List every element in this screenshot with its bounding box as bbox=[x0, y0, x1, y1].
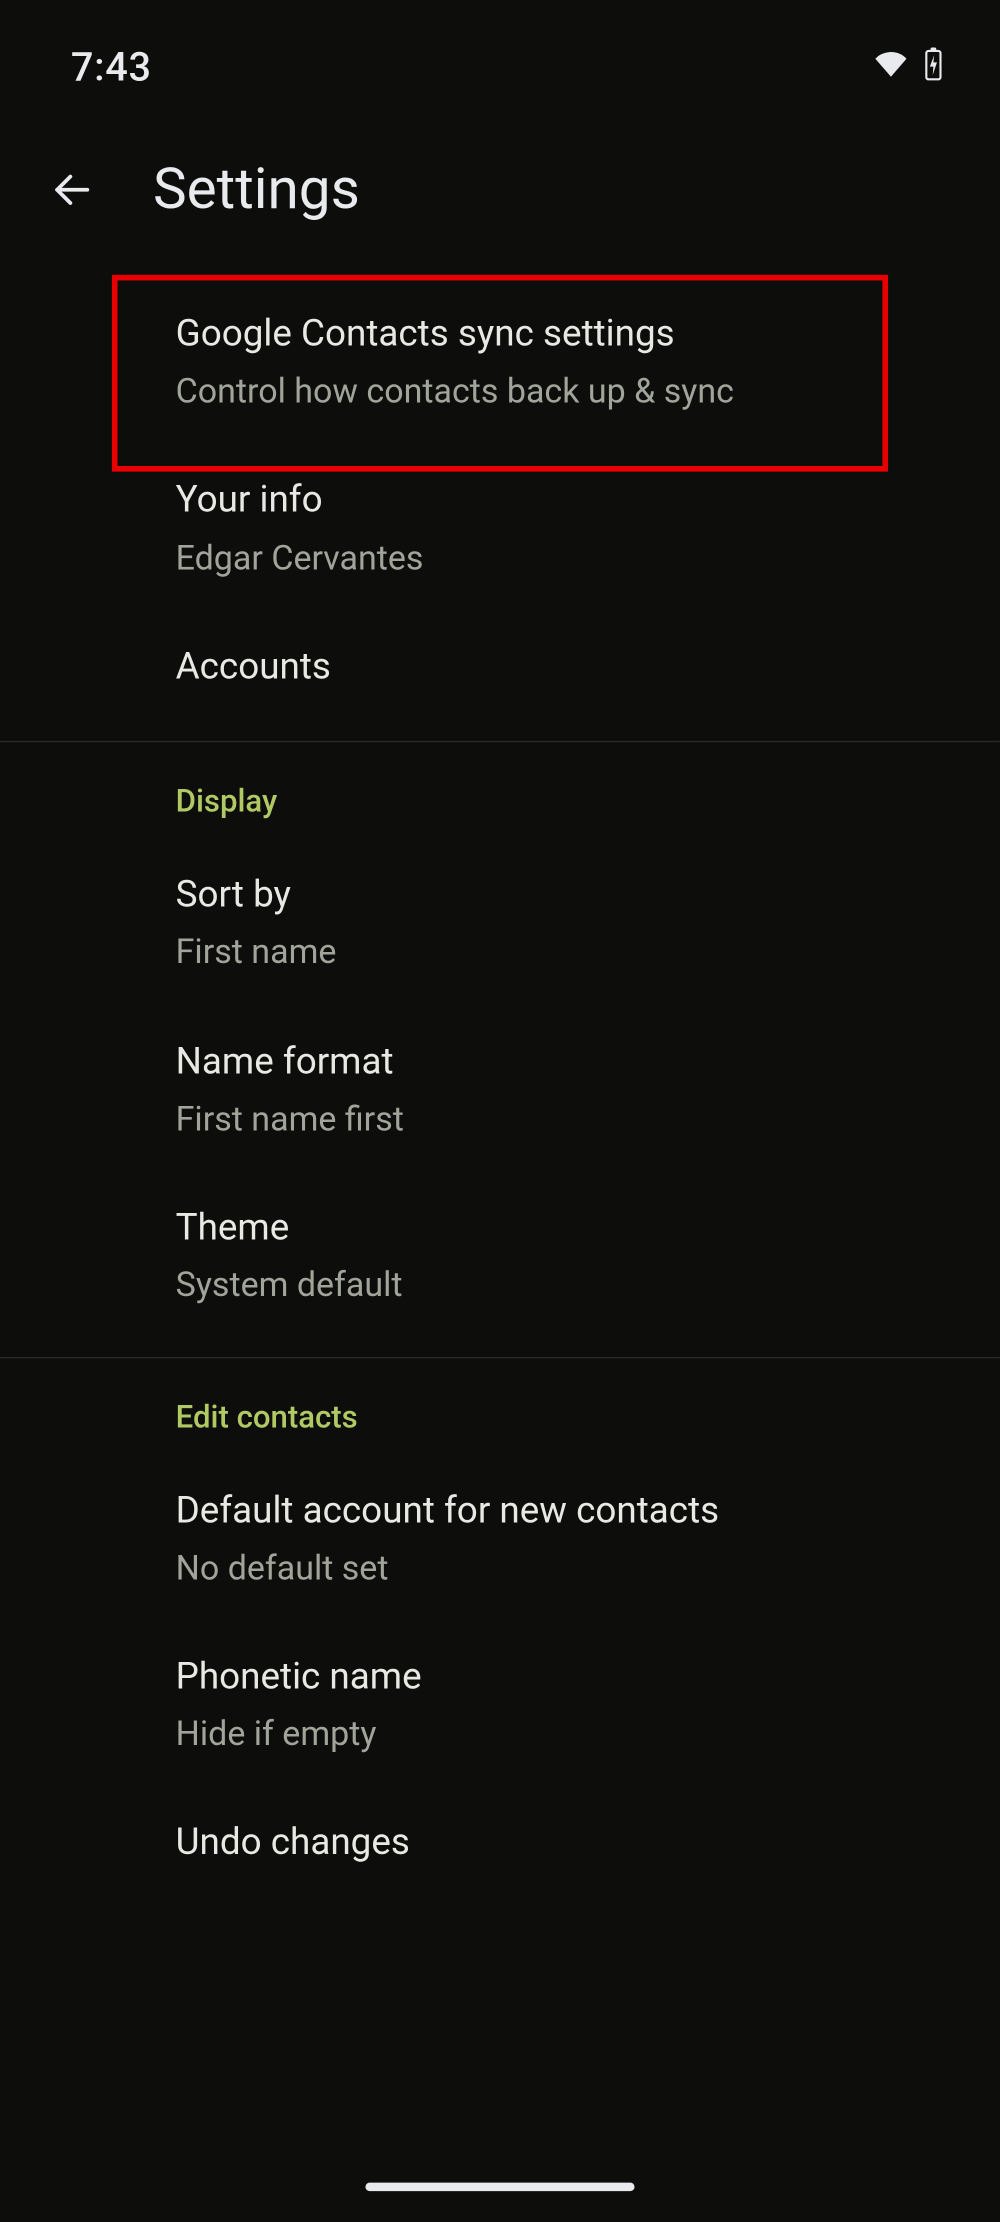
status-bar: 7:43 bbox=[0, 0, 1000, 99]
settings-item-accounts[interactable]: Accounts bbox=[0, 612, 1000, 724]
section-header-display: Display bbox=[0, 742, 1000, 840]
settings-item-your-info[interactable]: Your info Edgar Cervantes bbox=[0, 445, 1000, 611]
item-subtitle: Control how contacts back up & sync bbox=[176, 368, 944, 414]
settings-item-default-account[interactable]: Default account for new contacts No defa… bbox=[0, 1455, 1000, 1621]
settings-item-theme[interactable]: Theme System default bbox=[0, 1173, 1000, 1339]
item-title: Theme bbox=[176, 1204, 944, 1254]
item-subtitle: First name first bbox=[176, 1096, 944, 1142]
section-header-edit-contacts: Edit contacts bbox=[0, 1358, 1000, 1456]
item-title: Accounts bbox=[176, 643, 944, 693]
item-title: Undo changes bbox=[176, 1819, 944, 1869]
item-title: Your info bbox=[176, 477, 944, 527]
navigation-handle[interactable] bbox=[365, 2183, 634, 2191]
app-bar: Settings bbox=[0, 99, 1000, 222]
item-subtitle: Edgar Cervantes bbox=[176, 535, 944, 581]
status-icons-right bbox=[873, 47, 944, 87]
status-clock: 7:43 bbox=[71, 43, 152, 90]
settings-item-undo-changes[interactable]: Undo changes bbox=[0, 1788, 1000, 1900]
item-subtitle: System default bbox=[176, 1262, 944, 1308]
settings-item-sort-by[interactable]: Sort by First name bbox=[0, 840, 1000, 1006]
item-title: Default account for new contacts bbox=[176, 1487, 944, 1537]
settings-item-phonetic-name[interactable]: Phonetic name Hide if empty bbox=[0, 1622, 1000, 1788]
arrow-back-icon bbox=[50, 166, 95, 211]
item-subtitle: No default set bbox=[176, 1545, 944, 1591]
item-title: Name format bbox=[176, 1038, 944, 1088]
settings-item-name-format[interactable]: Name format First name first bbox=[0, 1006, 1000, 1172]
battery-charging-icon bbox=[923, 47, 943, 87]
back-button[interactable] bbox=[48, 165, 96, 213]
page-title: Settings bbox=[153, 156, 360, 223]
item-title: Phonetic name bbox=[176, 1653, 944, 1703]
wifi-icon bbox=[873, 48, 910, 85]
item-title: Google Contacts sync settings bbox=[176, 310, 944, 360]
item-subtitle: Hide if empty bbox=[176, 1711, 944, 1757]
item-title: Sort by bbox=[176, 871, 944, 921]
item-subtitle: First name bbox=[176, 929, 944, 975]
settings-list[interactable]: Google Contacts sync settings Control ho… bbox=[0, 222, 1000, 1900]
settings-item-google-sync[interactable]: Google Contacts sync settings Control ho… bbox=[0, 279, 1000, 445]
